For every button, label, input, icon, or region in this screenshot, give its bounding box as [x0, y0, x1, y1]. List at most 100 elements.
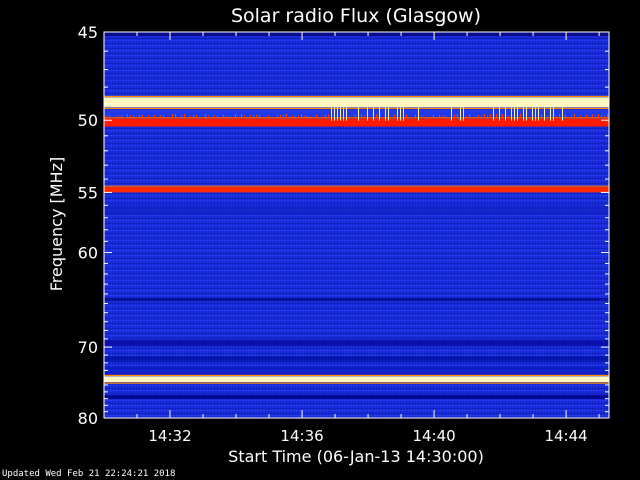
- emission-spike: [406, 114, 407, 119]
- emission-spike: [187, 116, 188, 119]
- emission-spike: [391, 117, 392, 119]
- emission-spike: [388, 107, 389, 121]
- emission-spike: [412, 117, 413, 119]
- emission-spike: [574, 113, 575, 119]
- y-tick-label: 50: [78, 111, 98, 130]
- emission-spike: [259, 115, 260, 119]
- emission-spike: [124, 117, 125, 119]
- emission-spike: [559, 113, 560, 119]
- emission-band-edge: [104, 107, 609, 110]
- emission-spike: [151, 116, 152, 119]
- emission-spike: [352, 116, 353, 119]
- emission-spike: [130, 115, 131, 119]
- emission-spike: [409, 117, 410, 119]
- y-tick-label: 70: [78, 338, 98, 357]
- emission-spike: [505, 107, 506, 121]
- emission-spike: [358, 107, 359, 121]
- emission-spike: [337, 107, 338, 121]
- y-tick-label: 80: [78, 409, 98, 428]
- emission-spike: [325, 114, 326, 119]
- emission-spike: [568, 116, 569, 119]
- emission-spike: [577, 117, 578, 119]
- emission-spike: [508, 115, 509, 119]
- emission-spike: [538, 107, 539, 121]
- emission-spike: [295, 115, 296, 119]
- emission-spike: [472, 117, 473, 119]
- emission-spike: [190, 115, 191, 119]
- emission-spike: [310, 116, 311, 119]
- emission-spike: [454, 114, 455, 119]
- emission-spike: [586, 115, 587, 119]
- emission-spike: [490, 114, 491, 119]
- emission-spike: [328, 114, 329, 119]
- emission-spike: [607, 114, 608, 119]
- emission-spike: [286, 113, 287, 119]
- emission-spike: [298, 115, 299, 119]
- emission-spike: [235, 113, 236, 119]
- emission-spike: [601, 115, 602, 119]
- emission-band: [104, 187, 609, 193]
- emission-spike: [121, 115, 122, 119]
- emission-spike: [148, 115, 149, 119]
- emission-band-edge: [104, 95, 609, 98]
- emission-spike: [313, 116, 314, 119]
- emission-spike: [247, 116, 248, 119]
- emission-spike: [154, 114, 155, 119]
- emission-spike: [526, 107, 527, 121]
- emission-spike: [271, 117, 272, 119]
- emission-spike: [250, 115, 251, 119]
- emission-band: [104, 118, 609, 127]
- emission-spike: [499, 107, 500, 121]
- emission-spike: [400, 107, 401, 121]
- emission-spike: [430, 116, 431, 119]
- low-band: [104, 205, 609, 215]
- y-tick-label: 45: [78, 23, 98, 42]
- emission-spike: [199, 116, 200, 119]
- emission-spike: [469, 114, 470, 119]
- emission-spike: [346, 107, 347, 121]
- emission-spike: [535, 107, 536, 121]
- spectrogram-chart: 14:32 14:36 14:40 14:44 45 50 55 60 70 80 Solar …: [47, 5, 610, 466]
- emission-spike: [136, 116, 137, 119]
- emission-spike: [442, 116, 443, 119]
- emission-spike: [178, 117, 179, 119]
- emission-spike: [385, 107, 386, 121]
- y-axis-label: Frequency [MHz]: [47, 157, 66, 291]
- x-tick-label: 14:32: [148, 427, 191, 445]
- emission-spike: [217, 116, 218, 119]
- emission-spike: [196, 114, 197, 119]
- emission-spike: [265, 116, 266, 119]
- emission-spike: [181, 115, 182, 119]
- emission-spike: [478, 115, 479, 119]
- emission-spike: [361, 113, 362, 119]
- emission-spike: [340, 107, 341, 121]
- emission-spike: [433, 114, 434, 119]
- emission-spike: [184, 113, 185, 119]
- emission-spike: [484, 114, 485, 119]
- emission-spike: [502, 113, 503, 119]
- emission-spike: [460, 107, 461, 121]
- emission-spike: [520, 113, 521, 119]
- low-band: [104, 356, 609, 362]
- emission-band: [104, 97, 609, 108]
- emission-spike: [373, 107, 374, 121]
- emission-spike: [421, 115, 422, 119]
- emission-spike: [445, 115, 446, 119]
- emission-spike: [175, 113, 176, 119]
- emission-spike: [418, 107, 419, 121]
- emission-spike: [349, 116, 350, 119]
- emission-spike: [376, 114, 377, 119]
- emission-band-edge: [104, 117, 609, 119]
- emission-spike: [565, 114, 566, 119]
- emission-band: [104, 376, 609, 383]
- emission-spike: [355, 114, 356, 119]
- emission-spike: [331, 107, 332, 121]
- x-tick-label: 14:44: [544, 427, 587, 445]
- emission-spike: [553, 107, 554, 121]
- emission-spike: [496, 114, 497, 119]
- emission-spike: [448, 117, 449, 119]
- emission-spike: [223, 114, 224, 119]
- emission-spike: [571, 116, 572, 119]
- emission-spike: [163, 115, 164, 119]
- emission-spike: [112, 117, 113, 119]
